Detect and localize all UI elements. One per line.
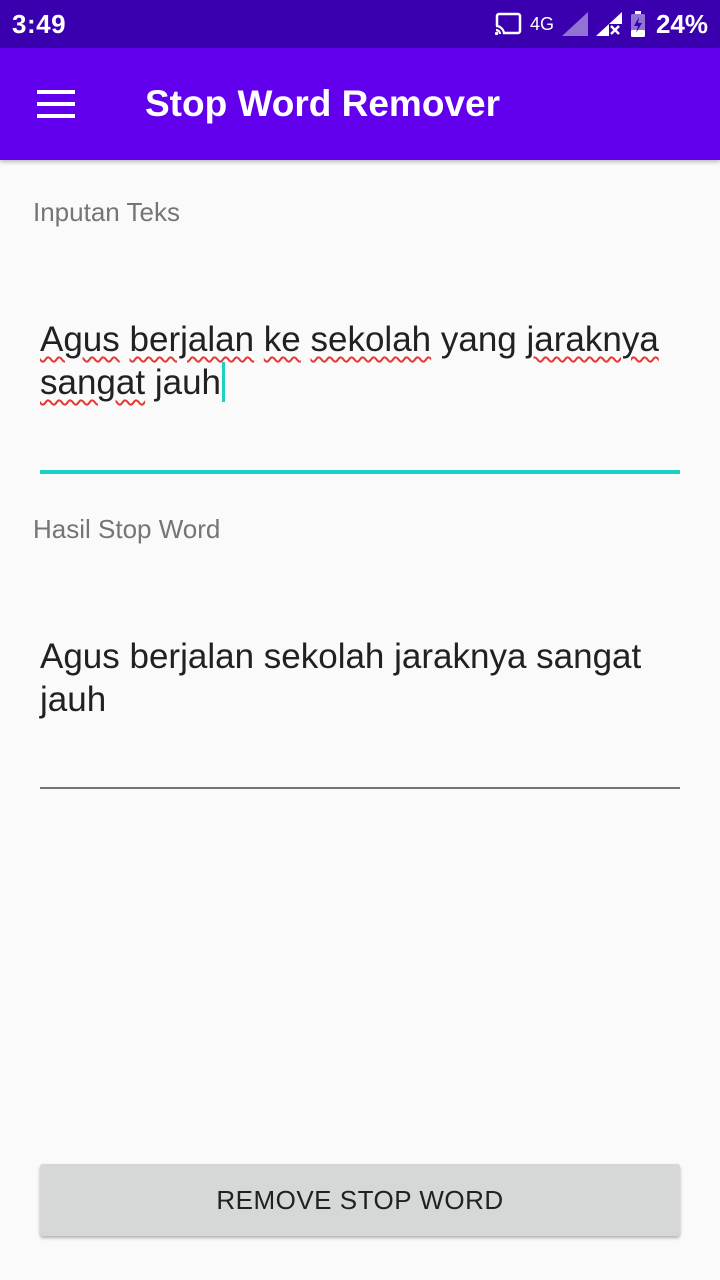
result-underline [40,787,680,789]
app-title: Stop Word Remover [145,83,500,124]
battery-charging-icon [630,11,646,37]
cast-icon [493,12,522,36]
signal-no-data-icon [595,12,622,36]
signal-icon [561,12,588,36]
hamburger-menu-icon [37,90,75,118]
input-word: Agus [40,320,120,359]
battery-percent: 24% [655,8,708,39]
input-word: berjalan [129,320,255,359]
input-text-field[interactable]: Agus berjalan ke sekolah yang jaraknya s… [40,318,680,404]
app-bar: Stop Word Remover [0,48,720,160]
input-word: sekolah [310,320,432,359]
input-word: sangat [40,363,146,402]
status-bar: 3:49 4G 24% [0,0,720,48]
input-underline [40,470,680,474]
result-label: Hasil Stop Word [33,514,221,544]
text-cursor [222,362,225,402]
network-type: 4G [529,13,554,34]
input-label: Inputan Teks [33,197,180,227]
input-word: yang [440,320,517,359]
input-word: jaraknya [526,320,659,359]
status-time: 3:49 [12,8,67,39]
remove-stop-word-button[interactable]: REMOVE STOP WORD [40,1164,680,1236]
input-word: ke [263,320,301,359]
input-word: jauh [154,363,221,402]
status-icons: 4G 24% [493,8,708,40]
result-text-field[interactable]: Agus berjalan sekolah jaraknya sangat ja… [40,635,680,721]
menu-button[interactable] [0,48,112,160]
